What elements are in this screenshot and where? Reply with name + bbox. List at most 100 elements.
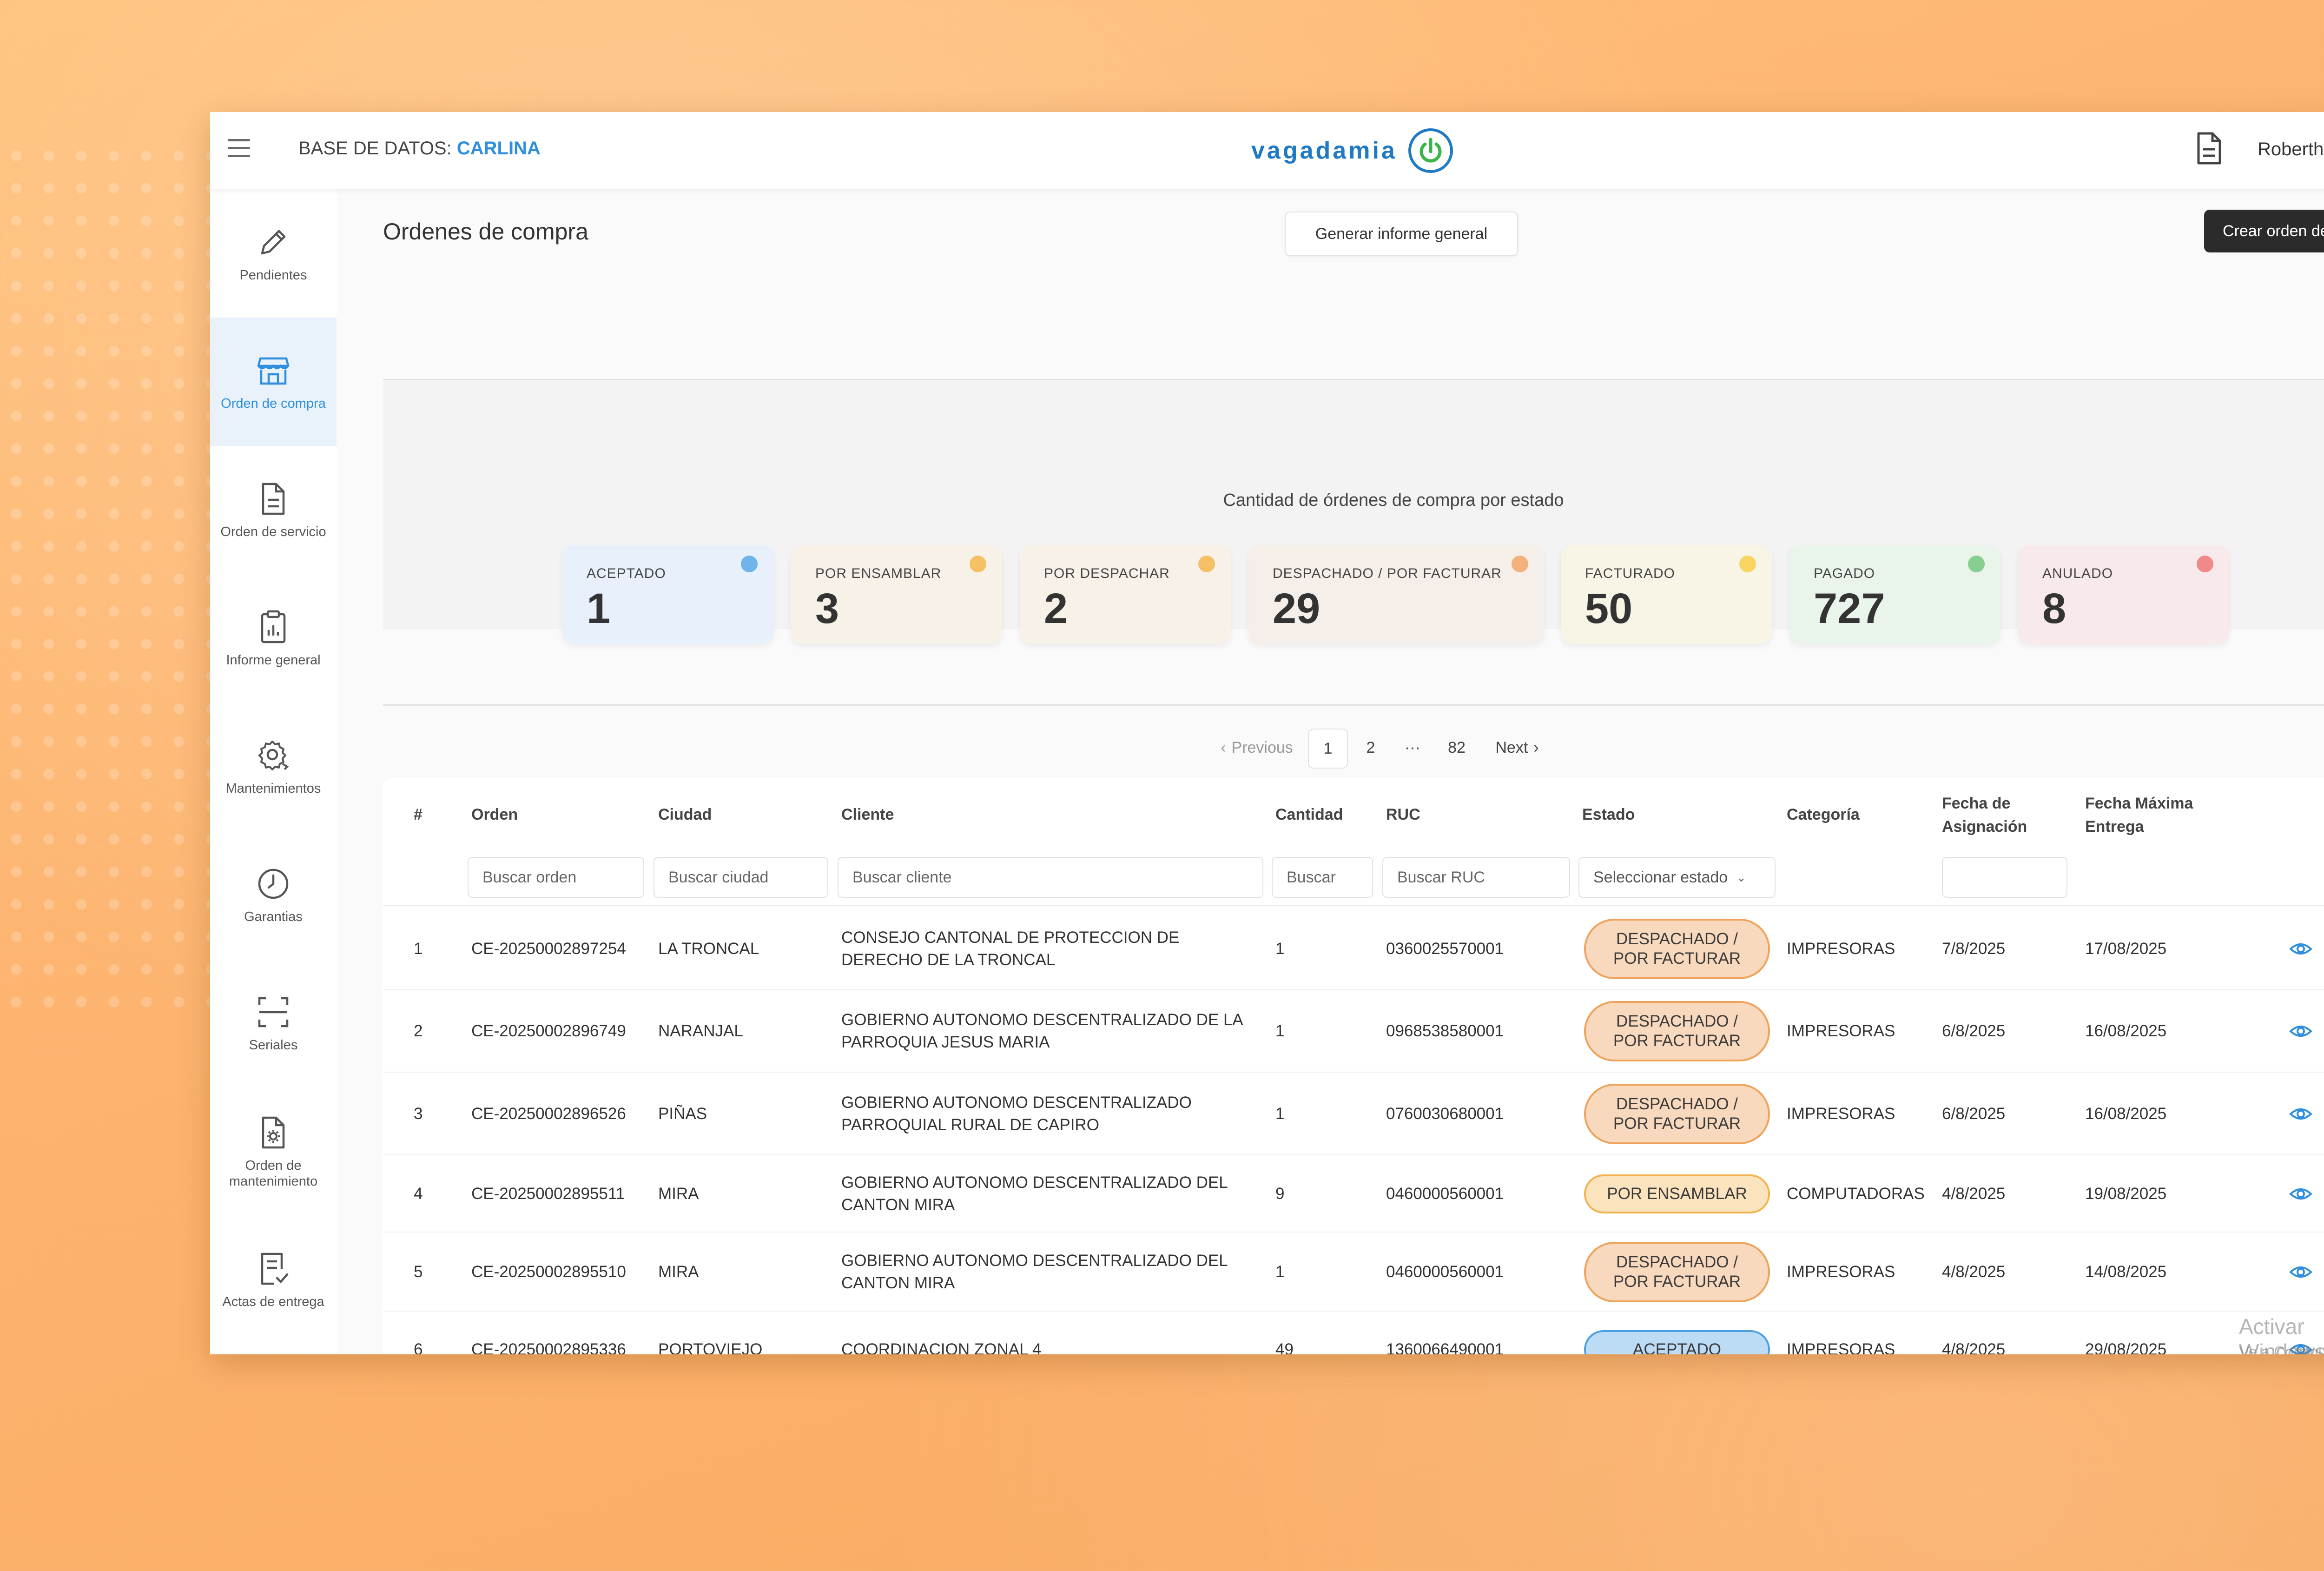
row-orden[interactable]: CE-20250002896526 <box>471 1103 626 1125</box>
sidebar-item-label: Orden de servicio <box>220 524 326 539</box>
stat-card-aceptado[interactable]: ACEPTADO 1 <box>562 545 773 644</box>
sidebar-item-garantias[interactable]: Garantias <box>210 831 337 959</box>
row-orden[interactable]: CE-20250002895510 <box>471 1261 626 1283</box>
table-row[interactable]: 6 CE-20250002895336 PORTOVIEJO COORDINAC… <box>383 1312 2324 1354</box>
stats-title: Cantidad de órdenes de compra por estado <box>1223 491 1564 510</box>
stat-card-label: FACTURADO <box>1585 566 1676 581</box>
search-cliente-input[interactable] <box>838 857 1263 898</box>
row-cliente: GOBIERNO AUTONOMO DESCENTRALIZADO DEL CA… <box>841 1173 1228 1214</box>
status-badge-label: DESPACHADO / POR FACTURAR <box>1613 1253 1741 1291</box>
stat-card-value: 3 <box>815 585 839 632</box>
stat-card-label: DESPACHADO / POR FACTURAR <box>1273 566 1502 581</box>
sidebar-item-orden-de-servicio[interactable]: Orden de servicio <box>210 446 337 574</box>
row-orden[interactable]: CE-20250002895336 <box>471 1339 626 1354</box>
sidebar-item-mantenimientos[interactable]: Mantenimientos <box>210 703 337 831</box>
status-dot <box>2197 556 2213 572</box>
table-row[interactable]: 4 CE-20250002895511 MIRA GOBIERNO AUTONO… <box>383 1155 2324 1233</box>
table-row[interactable]: 3 CE-20250002896526 PIÑAS GOBIERNO AUTON… <box>383 1073 2324 1155</box>
row-fecha-entrega: 19/08/2025 <box>2085 1185 2167 1203</box>
row-ciudad: MIRA <box>658 1185 699 1203</box>
page-button-1[interactable]: 1 <box>1308 729 1348 769</box>
stat-card-anulado[interactable]: ANULADO 8 <box>2018 545 2229 644</box>
status-badge: ACEPTADO <box>1584 1330 1770 1354</box>
sidebar-item-informe-general[interactable]: Informe general <box>210 574 337 703</box>
row-fecha-asignacion: 6/8/2025 <box>1942 1105 2006 1123</box>
row-ruc: 0360025570001 <box>1386 940 1504 958</box>
status-dot <box>970 556 986 572</box>
search-cantidad-input[interactable] <box>1272 857 1373 898</box>
search-orden-input[interactable] <box>468 857 644 898</box>
power-icon <box>1408 128 1453 173</box>
row-cantidad: 9 <box>1275 1185 1285 1203</box>
row-number: 3 <box>414 1105 423 1123</box>
status-badge-label: POR ENSAMBLAR <box>1607 1185 1747 1203</box>
pagination: ‹ Previous 1 2 ··· 82 Next › <box>1210 729 1591 769</box>
sidebar-item-label: Garantias <box>244 909 303 924</box>
database-name: CARLINA <box>456 138 541 159</box>
create-order-button[interactable]: Crear orden de compra <box>2204 210 2324 252</box>
sidebar-item-actas-de-entrega[interactable]: Actas de entrega <box>210 1216 337 1344</box>
chevron-down-icon: ⌄ <box>1736 870 1746 884</box>
status-badge: DESPACHADO / POR FACTURAR <box>1584 1084 1770 1144</box>
page-button-82[interactable]: 82 <box>1438 729 1475 767</box>
status-badge-label: DESPACHADO / POR FACTURAR <box>1613 1012 1741 1050</box>
row-categoria: IMPRESORAS <box>1787 940 1895 958</box>
search-ciudad-input[interactable] <box>654 857 828 898</box>
previous-page-button[interactable]: ‹ Previous <box>1210 729 1303 767</box>
gear-icon <box>258 741 289 770</box>
row-number: 1 <box>414 940 423 958</box>
status-badge: DESPACHADO / POR FACTURAR <box>1584 1001 1770 1061</box>
view-icon[interactable] <box>2288 1181 2314 1207</box>
row-ciudad: PIÑAS <box>658 1105 707 1123</box>
view-icon[interactable] <box>2288 936 2314 962</box>
row-categoria: IMPRESORAS <box>1787 1022 1895 1040</box>
table-row[interactable]: 5 CE-20250002895510 MIRA GOBIERNO AUTONO… <box>383 1233 2324 1312</box>
stat-card-value: 1 <box>587 585 611 632</box>
view-icon[interactable] <box>2288 1259 2314 1285</box>
sidebar-item-label: Orden de mantenimiento <box>229 1158 318 1189</box>
row-orden[interactable]: CE-20250002895511 <box>471 1183 625 1205</box>
table-row[interactable]: 2 CE-20250002896749 NARANJAL GOBIERNO AU… <box>383 990 2324 1073</box>
store-icon <box>257 357 290 385</box>
view-icon[interactable] <box>2288 1101 2314 1127</box>
sidebar-item-pendientes[interactable]: Pendientes <box>210 189 337 318</box>
row-cliente: GOBIERNO AUTONOMO DESCENTRALIZADO PARROQ… <box>841 1094 1192 1134</box>
table-row[interactable]: 1 CE-20250002897254 LA TRONCAL CONSEJO C… <box>383 908 2324 990</box>
page-button-2[interactable]: 2 <box>1354 729 1387 767</box>
search-ruc-input[interactable] <box>1382 857 1570 898</box>
stat-card-label: POR DESPACHAR <box>1044 566 1170 581</box>
brand-logo: vagadamia <box>1251 125 1453 176</box>
row-orden[interactable]: CE-20250002897254 <box>471 938 626 960</box>
generate-report-button[interactable]: Generar informe general <box>1285 212 1518 256</box>
page-ellipsis: ··· <box>1405 738 1420 756</box>
sidebar-item-label: Pendientes <box>239 268 307 283</box>
sidebar-item-orden-de-mantenimiento[interactable]: Orden de mantenimiento <box>210 1087 337 1216</box>
row-number: 5 <box>414 1263 423 1281</box>
row-orden[interactable]: CE-20250002896749 <box>471 1020 626 1042</box>
stat-card-por-despachar[interactable]: POR DESPACHAR 2 <box>1020 545 1231 644</box>
stat-card-por-ensamblar[interactable]: POR ENSAMBLAR 3 <box>791 545 1002 644</box>
stat-card-value: 727 <box>1814 585 1885 632</box>
stat-card-pagado[interactable]: PAGADO 727 <box>1789 545 2000 644</box>
menu-icon[interactable] <box>228 139 250 158</box>
next-page-button[interactable]: Next › <box>1485 729 1550 767</box>
view-icon[interactable] <box>2288 1018 2314 1044</box>
column-header-categoria: Categoría <box>1787 806 1860 823</box>
user-name[interactable]: Roberth <box>2258 139 2324 160</box>
row-cantidad: 1 <box>1275 1263 1285 1281</box>
sidebar-item-seriales[interactable]: Seriales <box>210 959 337 1087</box>
estado-select[interactable]: Seleccionar estado ⌄ <box>1578 857 1776 898</box>
stat-card-facturado[interactable]: FACTURADO 50 <box>1561 545 1772 644</box>
status-dot <box>1512 556 1528 572</box>
sidebar-item-label: Seriales <box>249 1038 298 1053</box>
document-icon[interactable] <box>2196 132 2222 165</box>
column-header-ciudad: Ciudad <box>658 806 712 823</box>
sidebar-item-orden-de-compra[interactable]: Orden de compra <box>210 318 337 446</box>
next-page-label: Next <box>1495 738 1528 756</box>
fecha-asignacion-filter[interactable] <box>1942 857 2067 898</box>
row-ruc: 1360066490001 <box>1386 1340 1504 1354</box>
stat-card-despachado-por-facturar[interactable]: DESPACHADO / POR FACTURAR 29 <box>1248 545 1544 644</box>
sidebar-item-label: Actas de entrega <box>222 1294 324 1309</box>
row-cliente: GOBIERNO AUTONOMO DESCENTRALIZADO DE LA … <box>841 1011 1242 1051</box>
status-badge-label: ACEPTADO <box>1633 1340 1721 1354</box>
